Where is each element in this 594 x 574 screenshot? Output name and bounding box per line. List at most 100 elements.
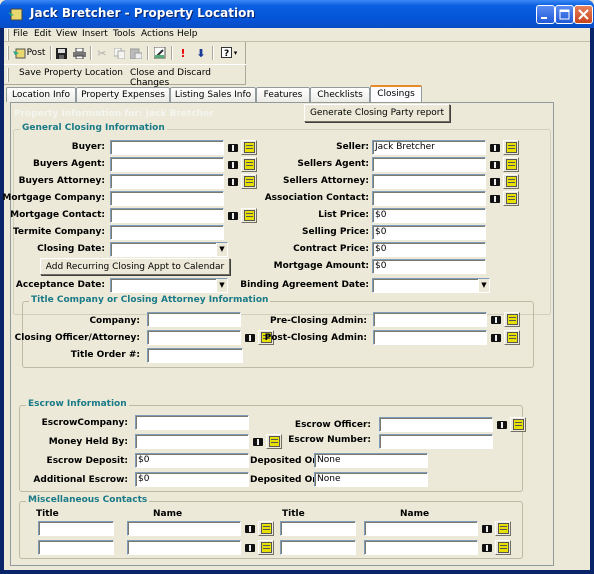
misc-folder-button[interactable] xyxy=(258,540,274,555)
menu-actions[interactable]: Actions xyxy=(141,29,174,39)
buyer-input[interactable] xyxy=(110,140,224,155)
closing-officer-input[interactable] xyxy=(147,330,241,345)
mortgage-company-input[interactable] xyxy=(110,191,224,206)
generate-closing-party-report-button[interactable]: Generate Closing Party report xyxy=(304,104,450,122)
post-button[interactable]: Post xyxy=(11,45,47,61)
paste-button[interactable] xyxy=(129,45,143,61)
menu-help[interactable]: Help xyxy=(177,29,198,39)
close-discard-button[interactable]: Close and Discard Changes xyxy=(130,68,246,88)
mortgage-contact-folder-button[interactable] xyxy=(241,208,257,223)
acceptance-date-picker[interactable]: ▼ xyxy=(110,278,228,293)
buyers-attorney-folder-button[interactable] xyxy=(241,174,257,189)
escrow-officer-folder-button[interactable] xyxy=(510,417,526,432)
closing-date-picker[interactable]: ▼ xyxy=(110,242,228,257)
misc-folder-button[interactable] xyxy=(258,521,274,536)
post-closing-folder-button[interactable] xyxy=(504,330,520,345)
sellers-agent-input[interactable] xyxy=(372,157,486,172)
pre-closing-admin-input[interactable] xyxy=(373,312,487,327)
close-window-button[interactable] xyxy=(574,5,593,24)
tab-features[interactable]: Features xyxy=(256,87,310,102)
misc-title-input[interactable] xyxy=(280,540,356,555)
misc-address-book-button[interactable] xyxy=(242,540,258,555)
menu-insert[interactable]: Insert xyxy=(82,29,108,39)
misc-address-book-button[interactable] xyxy=(479,521,495,536)
buyers-agent-folder-button[interactable] xyxy=(241,157,257,172)
cut-button[interactable]: ✂ xyxy=(95,45,109,61)
association-contact-input[interactable] xyxy=(372,191,486,206)
seller-address-book-button[interactable] xyxy=(487,140,503,155)
deposited-on-input-2[interactable]: None xyxy=(314,472,428,487)
chevron-down-icon[interactable]: ▼ xyxy=(216,279,227,292)
title-order-input[interactable] xyxy=(147,348,243,363)
pre-closing-folder-button[interactable] xyxy=(504,312,520,327)
menu-view[interactable]: View xyxy=(56,29,77,39)
save-button[interactable] xyxy=(54,45,68,61)
tab-closings[interactable]: Closings xyxy=(370,85,422,102)
closing-officer-address-book-button[interactable] xyxy=(242,330,258,345)
buyer-folder-button[interactable] xyxy=(241,140,257,155)
misc-folder-button[interactable] xyxy=(495,521,511,536)
post-closing-admin-input[interactable] xyxy=(373,330,487,345)
chevron-down-icon[interactable]: ▼ xyxy=(216,243,227,256)
sellers-agent-address-book-button[interactable] xyxy=(487,157,503,172)
buyers-attorney-address-book-button[interactable] xyxy=(225,174,241,189)
toolbar-grip[interactable] xyxy=(7,46,9,60)
mortgage-amount-input[interactable]: $0 xyxy=(372,259,486,274)
print-button[interactable] xyxy=(71,45,87,61)
escrow-number-input[interactable] xyxy=(379,434,493,449)
escrow-deposit-input[interactable]: $0 xyxy=(135,453,249,468)
money-held-by-input[interactable] xyxy=(135,434,249,449)
sellers-agent-folder-button[interactable] xyxy=(503,157,519,172)
seller-folder-button[interactable] xyxy=(503,140,519,155)
money-held-by-folder-button[interactable] xyxy=(266,434,282,449)
contract-price-input[interactable]: $0 xyxy=(372,242,486,257)
edit-form-button[interactable] xyxy=(152,45,168,61)
escrow-company-input[interactable] xyxy=(135,415,249,430)
misc-title-input[interactable] xyxy=(38,540,114,555)
buyers-agent-input[interactable] xyxy=(110,157,224,172)
termite-company-input[interactable] xyxy=(110,225,224,240)
help-button[interactable]: ? ▾ xyxy=(218,45,240,61)
maximize-button[interactable] xyxy=(555,5,574,24)
escrow-officer-input[interactable] xyxy=(379,417,493,432)
importance-low-button[interactable]: ⬇ xyxy=(194,45,208,61)
misc-address-book-button[interactable] xyxy=(242,521,258,536)
menu-edit[interactable]: Edit xyxy=(34,29,51,39)
menu-grip[interactable] xyxy=(7,29,9,41)
actionbar-grip[interactable] xyxy=(7,68,9,82)
save-property-location-button[interactable]: Save Property Location xyxy=(19,68,123,78)
additional-escrow-input[interactable]: $0 xyxy=(135,472,249,487)
buyers-attorney-input[interactable] xyxy=(110,174,224,189)
tab-location-info[interactable]: Location Info xyxy=(6,87,76,102)
selling-price-input[interactable]: $0 xyxy=(372,225,486,240)
misc-folder-button[interactable] xyxy=(495,540,511,555)
mortgage-contact-address-book-button[interactable] xyxy=(225,208,241,223)
misc-name-input[interactable] xyxy=(364,540,478,555)
misc-title-input[interactable] xyxy=(38,521,114,536)
buyer-address-book-button[interactable] xyxy=(225,140,241,155)
escrow-officer-address-book-button[interactable] xyxy=(494,417,510,432)
chevron-down-icon[interactable]: ▼ xyxy=(478,279,489,292)
deposited-on-input-1[interactable]: None xyxy=(314,453,428,468)
misc-name-input[interactable] xyxy=(364,521,478,536)
tab-property-expenses[interactable]: Property Expenses xyxy=(76,87,170,102)
menu-tools[interactable]: Tools xyxy=(113,29,135,39)
company-input[interactable] xyxy=(147,312,241,327)
misc-name-input[interactable] xyxy=(127,521,241,536)
post-closing-address-book-button[interactable] xyxy=(488,330,504,345)
buyers-agent-address-book-button[interactable] xyxy=(225,157,241,172)
misc-address-book-button[interactable] xyxy=(479,540,495,555)
mortgage-contact-input[interactable] xyxy=(110,208,224,223)
add-recurring-closing-appt-button[interactable]: Add Recurring Closing Appt to Calendar xyxy=(40,258,230,275)
money-held-by-address-book-button[interactable] xyxy=(250,434,266,449)
sellers-attorney-input[interactable] xyxy=(372,174,486,189)
copy-button[interactable] xyxy=(112,45,126,61)
seller-input[interactable]: Jack Bretcher xyxy=(372,140,486,155)
tab-checklists[interactable]: Checklists xyxy=(310,87,370,102)
menu-file[interactable]: File xyxy=(13,29,28,39)
tab-listing-sales-info[interactable]: Listing Sales Info xyxy=(170,87,256,102)
association-contact-folder-button[interactable] xyxy=(503,191,519,206)
misc-name-input[interactable] xyxy=(127,540,241,555)
misc-title-input[interactable] xyxy=(280,521,356,536)
association-contact-address-book-button[interactable] xyxy=(487,191,503,206)
